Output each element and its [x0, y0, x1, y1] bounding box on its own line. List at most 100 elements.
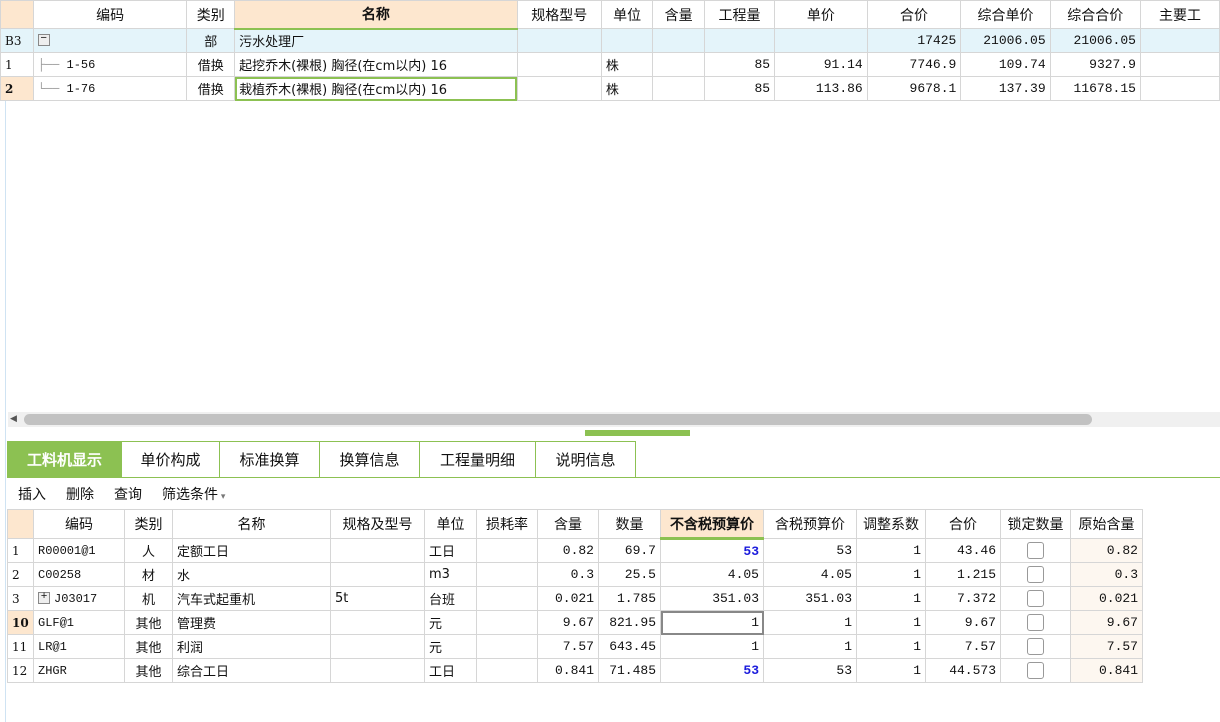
cell-price_in[interactable]: 53 — [763, 658, 857, 683]
cell-price_ex[interactable]: 1 — [660, 634, 764, 659]
cell-locked[interactable] — [1000, 586, 1071, 611]
column-header[interactable]: 工程量 — [703, 0, 776, 29]
cell-qty[interactable]: 643.45 — [598, 634, 661, 659]
cell-total[interactable]: 1.215 — [925, 562, 1001, 587]
cell-price[interactable]: 91.14 — [774, 52, 868, 77]
cell-main-labor[interactable] — [1139, 28, 1220, 53]
cell-locked[interactable] — [1000, 562, 1071, 587]
row-number[interactable]: 11 — [7, 634, 34, 659]
cell-code[interactable]: └── 1-76 — [32, 76, 188, 101]
cell-type[interactable]: 材 — [124, 562, 173, 587]
cell-unit[interactable]: 工日 — [424, 538, 477, 563]
row-number[interactable]: 12 — [7, 658, 34, 683]
cell-content[interactable]: 0.3 — [537, 562, 599, 587]
cell-spec[interactable] — [330, 634, 425, 659]
cell-coef[interactable]: 1 — [856, 658, 926, 683]
column-header[interactable]: 主要工 — [1139, 0, 1220, 29]
tab-4[interactable]: 工程量明细 — [420, 441, 536, 478]
column-header[interactable]: 类别 — [186, 0, 236, 29]
cell-unit[interactable]: 元 — [424, 610, 477, 635]
cell-locked[interactable] — [1000, 634, 1071, 659]
column-header[interactable]: 类别 — [124, 509, 173, 539]
cell-loss[interactable] — [476, 634, 538, 659]
cell-total[interactable]: 7.57 — [925, 634, 1001, 659]
cell-spec[interactable]: 5t — [330, 586, 425, 611]
cell-unit[interactable]: 工日 — [424, 658, 477, 683]
cell-name[interactable]: 污水处理厂 — [234, 28, 518, 53]
cell-price_in[interactable]: 1 — [763, 610, 857, 635]
table-row[interactable]: 11 LR@1 其他 利润元 7.57 643.45 1 1 1 7.57 7.57 — [7, 634, 1143, 659]
lock-quantity-checkbox[interactable] — [1027, 614, 1044, 631]
row-number[interactable]: 2 — [7, 562, 34, 587]
lock-quantity-checkbox[interactable] — [1027, 566, 1044, 583]
scrollbar-thumb[interactable] — [24, 414, 1092, 425]
cell-content[interactable] — [652, 28, 705, 53]
cell-price_ex[interactable]: 351.03 — [660, 586, 764, 611]
cell-type[interactable]: 人 — [124, 538, 173, 563]
cell-total[interactable]: 7.372 — [925, 586, 1001, 611]
cell-total[interactable]: 17425 — [866, 28, 962, 53]
delete-button[interactable]: 删除 — [66, 484, 94, 504]
cell-content[interactable]: 0.021 — [537, 586, 599, 611]
cell-content[interactable]: 9.67 — [537, 610, 599, 635]
cell-unit[interactable]: 株 — [600, 76, 654, 101]
cell-spec[interactable] — [330, 658, 425, 683]
cell-qty[interactable]: 85 — [703, 76, 776, 101]
cell-spec[interactable] — [516, 28, 602, 53]
cell-cprice[interactable]: 137.39 — [960, 76, 1051, 101]
column-header[interactable]: 名称 — [172, 509, 331, 539]
cell-price[interactable]: 113.86 — [774, 76, 868, 101]
column-header[interactable]: 含税预算价 — [763, 509, 857, 539]
cell-name[interactable]: 定额工日 — [172, 538, 331, 563]
cell-locked[interactable] — [1000, 610, 1071, 635]
cell-code[interactable]: C00258 — [33, 562, 125, 587]
table-row[interactable]: 3 + J03017 机 汽车式起重机 5t 台班 0.021 1.785 351.03 351.0… — [7, 586, 1143, 611]
panel-splitter-handle[interactable] — [585, 430, 690, 436]
table-row[interactable]: 1 ├── 1-56 借换 起挖乔木(裸根) 胸径(在cm以内) 16 株 85 91.14… — [0, 52, 1220, 77]
cell-loss[interactable] — [476, 562, 538, 587]
row-number[interactable]: 2 — [0, 76, 34, 101]
expand-icon[interactable]: + — [38, 592, 50, 605]
cell-qty[interactable]: 71.485 — [598, 658, 661, 683]
cell-name[interactable]: 利润 — [172, 634, 331, 659]
cell-name[interactable]: 管理费 — [172, 610, 331, 635]
column-header[interactable]: 原始含量 — [1070, 509, 1143, 539]
cell-spec[interactable] — [516, 76, 602, 101]
cell-unit[interactable] — [600, 28, 654, 53]
cell-unit[interactable]: 台班 — [424, 586, 477, 611]
cell-content[interactable] — [652, 52, 705, 77]
cell-coef[interactable]: 1 — [856, 562, 926, 587]
column-header[interactable]: 名称 — [234, 0, 518, 30]
cell-coef[interactable]: 1 — [856, 538, 926, 563]
row-number[interactable]: 10 — [7, 610, 34, 635]
cell-unit[interactable]: m3 — [424, 562, 477, 587]
cell-coef[interactable]: 1 — [856, 586, 926, 611]
table-row[interactable]: 1 R00001@1 人 定额工日 工日 0.82 69.7 53 53 1 43.46 0.82 — [7, 538, 1143, 563]
cell-name[interactable]: 汽车式起重机 — [172, 586, 331, 611]
table-row[interactable]: 2 └── 1-76 借换 栽植乔木(裸根) 胸径(在cm以内) 16 株 85 113.8… — [0, 76, 1220, 101]
column-header[interactable]: 含量 — [537, 509, 599, 539]
column-header[interactable]: 单位 — [424, 509, 477, 539]
column-header[interactable]: 不含税预算价 — [660, 509, 764, 540]
cell-qty[interactable]: 821.95 — [598, 610, 661, 635]
column-header[interactable]: 调整系数 — [856, 509, 926, 539]
column-header[interactable]: 数量 — [598, 509, 661, 539]
tab-0[interactable]: 工料机显示 — [7, 441, 122, 478]
tab-3[interactable]: 换算信息 — [320, 441, 420, 478]
cell-price[interactable] — [774, 28, 868, 53]
horizontal-scrollbar[interactable]: ◀ — [8, 412, 1220, 427]
cell-content[interactable]: 0.82 — [537, 538, 599, 563]
cell-unit[interactable]: 株 — [600, 52, 654, 77]
cell-loss[interactable] — [476, 658, 538, 683]
cell-cprice[interactable]: 109.74 — [960, 52, 1051, 77]
cell-qty[interactable]: 1.785 — [598, 586, 661, 611]
cell-total[interactable]: 9.67 — [925, 610, 1001, 635]
column-header[interactable]: 锁定数量 — [1000, 509, 1071, 539]
row-number[interactable]: 3 — [7, 586, 34, 611]
cell-code[interactable]: LR@1 — [33, 634, 125, 659]
cell-qty[interactable]: 85 — [703, 52, 776, 77]
column-header[interactable]: 单位 — [600, 0, 654, 29]
column-header[interactable]: 合价 — [866, 0, 962, 29]
insert-button[interactable]: 插入 — [18, 484, 46, 504]
cell-locked[interactable] — [1000, 538, 1071, 563]
